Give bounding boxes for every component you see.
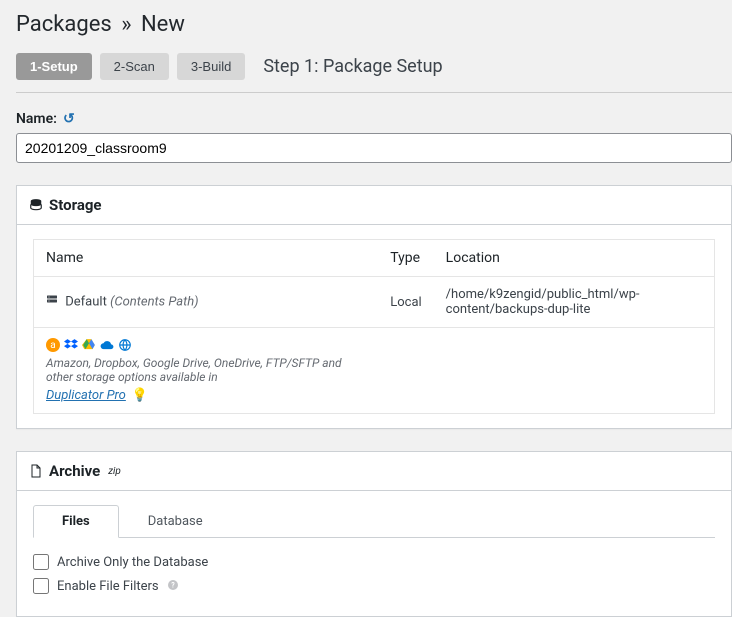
table-row: Default (Contents Path) Local /home/k9ze… [34,277,715,328]
storage-row-name: Default [65,294,107,309]
storage-promo-text: Amazon, Dropbox, Google Drive, OneDrive,… [46,356,366,384]
enable-file-filters-row[interactable]: Enable File Filters ? [33,578,715,594]
storage-col-name: Name [34,240,379,277]
archive-title: Archive [49,462,100,480]
storage-row-suffix: (Contents Path) [110,294,199,309]
storage-table: Name Type Location Default (Contents Pat… [33,239,715,414]
storage-header[interactable]: Storage [17,186,731,225]
archive-panel: Archive zip Files Database Archive Only … [16,451,732,617]
tab-database[interactable]: Database [119,505,232,538]
gdrive-icon [82,338,96,352]
dropbox-icon [64,338,78,352]
breadcrumb-root: Packages [16,12,112,37]
page-title: Packages » New [16,12,732,37]
wizard-step-1[interactable]: 1-Setup [16,53,92,80]
server-small-icon [46,294,58,310]
reset-icon[interactable]: ↻ [63,111,75,127]
archive-only-db-row[interactable]: Archive Only the Database [33,554,715,570]
name-label-row: Name: ↻ [16,111,732,127]
enable-file-filters-label: Enable File Filters [57,579,159,594]
archive-header[interactable]: Archive zip [17,452,731,491]
aws-icon: a [46,338,60,352]
duplicator-pro-link[interactable]: Duplicator Pro [46,388,126,403]
wizard-step-3[interactable]: 3-Build [177,53,245,80]
lightbulb-icon: 💡 [132,388,148,403]
archive-only-db-label: Archive Only the Database [57,555,208,570]
storage-title: Storage [49,196,102,214]
onedrive-icon [100,338,114,352]
archive-format: zip [108,466,121,477]
help-icon[interactable]: ? [167,579,179,594]
wizard-steps: 1-Setup 2-Scan 3-Build Step 1: Package S… [16,53,732,93]
database-icon [29,198,43,212]
wizard-step-2[interactable]: 2-Scan [100,53,169,80]
storage-row-type: Local [378,277,433,328]
archive-only-db-checkbox[interactable] [33,554,49,570]
storage-row-location: /home/k9zengid/public_html/wp-content/ba… [434,277,715,328]
archive-tabs: Files Database [33,505,715,538]
globe-icon [118,338,132,352]
wizard-heading: Step 1: Package Setup [263,56,442,77]
enable-file-filters-checkbox[interactable] [33,578,49,594]
breadcrumb-separator: » [121,12,131,37]
name-input[interactable] [16,133,732,163]
svg-text:?: ? [171,581,175,589]
tab-files[interactable]: Files [33,505,119,538]
breadcrumb-leaf: New [141,12,185,37]
storage-panel: Storage Name Type Location Default [16,185,732,429]
file-archive-icon [29,464,43,478]
name-label: Name: [16,111,57,127]
storage-col-location: Location [434,240,715,277]
storage-col-type: Type [378,240,433,277]
